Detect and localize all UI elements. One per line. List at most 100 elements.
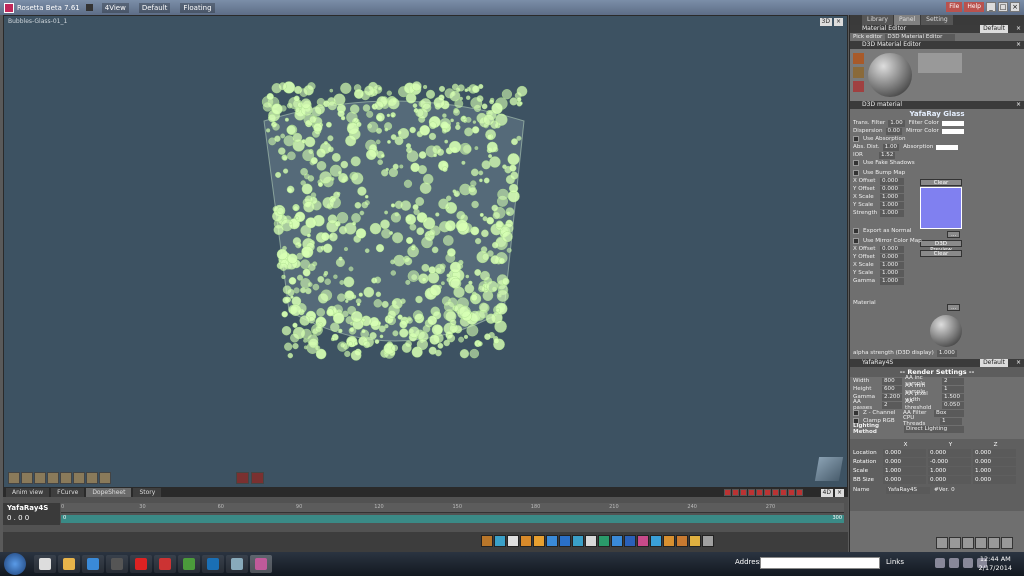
view-cube-icon[interactable] <box>814 457 844 481</box>
transform-field[interactable]: 1.000 <box>928 467 971 475</box>
transform-field[interactable]: 0.000 <box>883 449 926 457</box>
transform-field[interactable]: 0.000 <box>973 458 1016 466</box>
taskbar-explorer-icon[interactable] <box>34 555 56 573</box>
links-label[interactable]: Links <box>886 558 904 566</box>
primitive-tool-icon[interactable] <box>624 535 636 547</box>
select-tool-icon[interactable] <box>8 472 20 484</box>
aa-threshold-field[interactable]: 0.050 <box>942 401 964 409</box>
bump-map-checkbox[interactable] <box>853 170 859 176</box>
start-button[interactable] <box>4 553 26 575</box>
lighting-method-select[interactable]: Direct Lighting <box>904 425 964 433</box>
paint-icon[interactable] <box>853 67 864 78</box>
address-input[interactable] <box>760 557 880 569</box>
gamma-field[interactable]: 2.200 <box>882 393 903 401</box>
primitive-tool-icon[interactable] <box>520 535 532 547</box>
track-bar[interactable]: 0 300 <box>61 515 844 523</box>
y-scale-field[interactable]: 1.000 <box>880 201 904 209</box>
close-tool-icon[interactable] <box>99 472 111 484</box>
play-icon[interactable] <box>756 489 763 496</box>
x-scale2-field[interactable]: 1.000 <box>880 261 904 269</box>
material-thumbnails[interactable] <box>918 53 962 73</box>
taskbar-media-icon[interactable] <box>106 555 128 573</box>
tab-setting[interactable]: Setting <box>921 15 953 25</box>
primitive-tool-icon[interactable] <box>572 535 584 547</box>
aa-passes-field[interactable]: 2 <box>882 401 902 409</box>
close-icon[interactable]: × <box>1010 2 1020 12</box>
save-icon[interactable] <box>988 537 1000 549</box>
taskbar-folder-icon[interactable] <box>58 555 80 573</box>
close-icon[interactable]: × <box>1016 101 1021 109</box>
tab-anim-view[interactable]: Anim view <box>6 488 50 497</box>
transform-field[interactable]: 0.000 <box>883 476 926 484</box>
primitive-tool-icon[interactable] <box>702 535 714 547</box>
image-icon[interactable] <box>949 537 961 549</box>
minimize-icon[interactable]: _ <box>986 2 996 12</box>
transform-field[interactable]: 1.000 <box>883 467 926 475</box>
menu-default[interactable]: Default <box>138 2 171 13</box>
timeline-mode-4d[interactable]: 4D <box>820 489 833 497</box>
eyedropper-icon[interactable] <box>853 81 864 92</box>
material-preview-sphere[interactable] <box>868 53 912 97</box>
abs-dist-field[interactable]: 1.00 <box>882 143 900 151</box>
aa-inc-field[interactable]: 2 <box>942 377 964 385</box>
tab-dopesheet[interactable]: DopeSheet <box>86 488 132 497</box>
close-icon[interactable]: × <box>1016 359 1021 367</box>
taskbar-ie-icon[interactable] <box>82 555 104 573</box>
mirror-map-checkbox[interactable] <box>853 238 859 244</box>
alpha-strength-field[interactable]: 1.000 <box>936 349 957 357</box>
height-field[interactable]: 600 <box>882 385 902 393</box>
loop-tool-icon[interactable] <box>236 472 249 484</box>
volume-tray-icon[interactable] <box>963 558 973 568</box>
3d-viewport[interactable]: Bubbles-Glass-01_1 3D × <box>3 15 848 488</box>
primitive-tool-icon[interactable] <box>533 535 545 547</box>
primitive-tool-icon[interactable] <box>598 535 610 547</box>
taskbar-firefox-icon[interactable] <box>202 555 224 573</box>
ring-tool-icon[interactable] <box>86 472 98 484</box>
y-offset2-field[interactable]: 0.000 <box>880 253 904 261</box>
transform-field[interactable]: 0.000 <box>973 476 1016 484</box>
render-icon[interactable] <box>936 537 948 549</box>
last-frame-icon[interactable] <box>780 489 787 496</box>
material-sphere-preview[interactable] <box>930 315 962 347</box>
strength-field[interactable]: 1.000 <box>880 209 904 217</box>
y-offset-field[interactable]: 0.000 <box>880 185 904 193</box>
scale-tool-icon[interactable] <box>47 472 59 484</box>
pick-editor-select[interactable]: D3D Material Editor <box>885 33 956 41</box>
default-button[interactable]: Default <box>980 359 1008 367</box>
primitive-tool-icon[interactable] <box>676 535 688 547</box>
transform-field[interactable]: 0.000 <box>973 449 1016 457</box>
aa-pixel-field[interactable]: 1.500 <box>942 393 965 401</box>
help-menu[interactable]: Help <box>964 2 984 12</box>
dropdown-icon[interactable] <box>85 4 93 11</box>
ior-field[interactable]: 1.52 <box>878 151 896 159</box>
rotate-tool-icon[interactable] <box>34 472 46 484</box>
prev-key-icon[interactable] <box>740 489 747 496</box>
primitive-tool-icon[interactable] <box>637 535 649 547</box>
next-frame-icon[interactable] <box>764 489 771 496</box>
loop-icon[interactable] <box>788 489 795 496</box>
transform-field[interactable]: 0.000 <box>928 476 971 484</box>
first-frame-icon[interactable] <box>732 489 739 496</box>
primitive-tool-icon[interactable] <box>559 535 571 547</box>
record-icon[interactable] <box>724 489 731 496</box>
primitive-tool-icon[interactable] <box>481 535 493 547</box>
primitive-tool-icon[interactable] <box>585 535 597 547</box>
taskbar-chrome-icon[interactable] <box>178 555 200 573</box>
scene-icon[interactable] <box>962 537 974 549</box>
material-editor-header[interactable]: Material Editor Default × <box>850 25 1024 33</box>
help-tray-icon[interactable] <box>935 558 945 568</box>
primitive-tool-icon[interactable] <box>689 535 701 547</box>
filter-color-swatch[interactable] <box>941 120 964 126</box>
d3d-material-header[interactable]: D3D material × <box>850 101 1024 109</box>
tab-story[interactable]: Story <box>133 488 162 497</box>
primitive-tool-icon[interactable] <box>546 535 558 547</box>
network-tray-icon[interactable] <box>949 558 959 568</box>
pen-tool-icon[interactable] <box>251 472 264 484</box>
transform-field[interactable]: 0.000 <box>928 449 971 457</box>
transform-field[interactable]: 1.000 <box>973 467 1016 475</box>
primitive-tool-icon[interactable] <box>663 535 675 547</box>
key-icon[interactable] <box>796 489 803 496</box>
close-icon[interactable]: × <box>834 489 844 497</box>
tab-fcurve[interactable]: FCurve <box>51 488 85 497</box>
brush-icon[interactable] <box>853 53 864 64</box>
